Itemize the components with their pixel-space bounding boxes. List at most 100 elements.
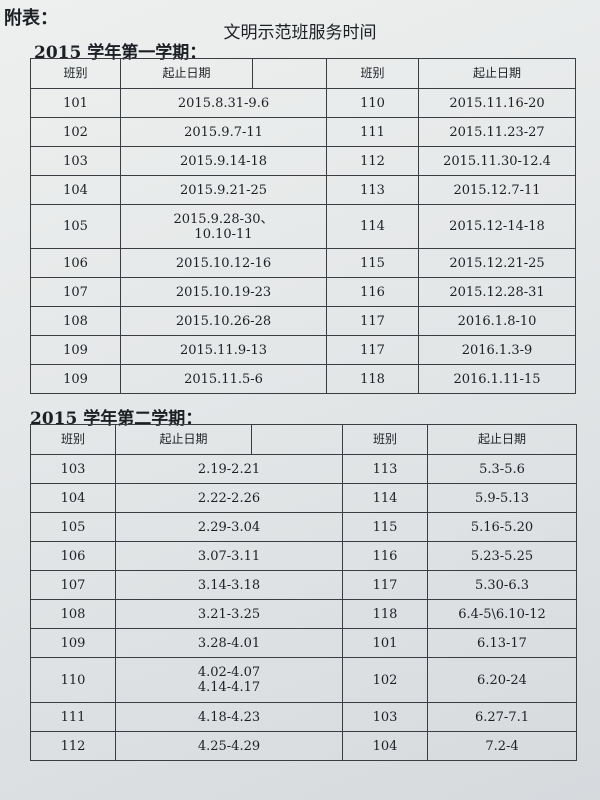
table-row: 109 3.28-4.01 101 6.13-17 <box>30 628 577 658</box>
class-id-cell: 107 <box>30 277 121 307</box>
date-range-cell: 2015.12.7-11 <box>418 175 576 205</box>
table-row: 103 2015.9.14-18 112 2015.11.30-12.4 <box>30 146 576 176</box>
class-id-cell: 117 <box>326 335 419 365</box>
class-id-cell: 102 <box>30 117 121 147</box>
schedule-table-term-2: 班别 起止日期 班别 起止日期 103 2.19-2.21 113 5.3-5.6 104 2.… <box>30 424 577 761</box>
date-range-cell: 2016.1.11-15 <box>418 364 576 394</box>
date-range-cell: 5.3-5.6 <box>427 454 577 484</box>
table-row: 108 3.21-3.25 118 6.4-5\6.10-12 <box>30 599 577 629</box>
date-range-cell: 3.28-4.01 <box>115 628 343 658</box>
class-id-cell: 115 <box>326 248 419 278</box>
table-row: 109 2015.11.9-13 117 2016.1.3-9 <box>30 335 576 365</box>
date-range-cell: 6.4-5\6.10-12 <box>427 599 577 629</box>
date-range-cell: 2016.1.3-9 <box>418 335 576 365</box>
date-range-cell: 5.9-5.13 <box>427 483 577 513</box>
date-range-cell: 2015.9.14-18 <box>120 146 327 176</box>
date-range-cell: 3.14-3.18 <box>115 570 343 600</box>
class-id-cell: 111 <box>30 702 116 732</box>
class-id-cell: 108 <box>30 599 116 629</box>
class-id-cell: 103 <box>342 702 428 732</box>
class-id-cell: 103 <box>30 146 121 176</box>
header-class: 班别 <box>30 424 116 455</box>
class-id-cell: 117 <box>326 306 419 336</box>
class-id-cell: 109 <box>30 628 116 658</box>
class-id-cell: 105 <box>30 204 121 249</box>
class-id-cell: 101 <box>342 628 428 658</box>
date-range-cell: 5.30-6.3 <box>427 570 577 600</box>
date-range-cell: 2015.12.21-25 <box>418 248 576 278</box>
header-date-range: 起止日期 <box>427 424 577 455</box>
date-range-cell: 2.19-2.21 <box>115 454 343 484</box>
table-row: 104 2.22-2.26 114 5.9-5.13 <box>30 483 577 513</box>
table-row: 104 2015.9.21-25 113 2015.12.7-11 <box>30 175 576 205</box>
date-range-cell: 2015.11.9-13 <box>120 335 327 365</box>
table-row: 107 3.14-3.18 117 5.30-6.3 <box>30 570 577 600</box>
date-range-cell: 2015.8.31-9.6 <box>120 88 327 118</box>
header-spacer <box>251 424 343 455</box>
date-range-cell: 2015.11.23-27 <box>418 117 576 147</box>
date-range-cell: 2015.11.16-20 <box>418 88 576 118</box>
date-range-cell: 5.16-5.20 <box>427 512 577 542</box>
table-row: 110 4.02-4.07 4.14-4.17 102 6.20-24 <box>30 657 577 703</box>
date-range-cell: 4.18-4.23 <box>115 702 343 732</box>
date-range-cell: 2.22-2.26 <box>115 483 343 513</box>
header-row: 班别 起止日期 班别 起止日期 <box>30 424 577 455</box>
header-date-range: 起止日期 <box>418 58 576 89</box>
class-id-cell: 107 <box>30 570 116 600</box>
date-range-cell: 2015.10.26-28 <box>120 306 327 336</box>
class-id-cell: 108 <box>30 306 121 336</box>
date-range-cell: 2016.1.8-10 <box>418 306 576 336</box>
table-row: 109 2015.11.5-6 118 2016.1.11-15 <box>30 364 576 394</box>
table-row: 106 2015.10.12-16 115 2015.12.21-25 <box>30 248 576 278</box>
header-class: 班别 <box>342 424 428 455</box>
class-id-cell: 112 <box>30 731 116 761</box>
date-range-cell: 2015.12.28-31 <box>418 277 576 307</box>
date-range-cell: 2015.9.21-25 <box>120 175 327 205</box>
class-id-cell: 110 <box>326 88 419 118</box>
class-id-cell: 118 <box>342 599 428 629</box>
class-id-cell: 106 <box>30 541 116 571</box>
class-id-cell: 104 <box>30 175 121 205</box>
header-class: 班别 <box>326 58 419 89</box>
header-class: 班别 <box>30 58 121 89</box>
table-row: 106 3.07-3.11 116 5.23-5.25 <box>30 541 577 571</box>
class-id-cell: 110 <box>30 657 116 703</box>
class-id-cell: 109 <box>30 364 121 394</box>
schedule-table-term-1: 班别 起止日期 班别 起止日期 101 2015.8.31-9.6 110 2015.11.… <box>30 58 576 394</box>
class-id-cell: 116 <box>326 277 419 307</box>
date-range-cell: 3.21-3.25 <box>115 599 343 629</box>
paper-sheet: 附表： 文明示范班服务时间 2015 学年第一学期： 班别 起止日期 班别 起止日期 … <box>0 0 600 800</box>
date-range-cell: 2015.11.30-12.4 <box>418 146 576 176</box>
table-row: 102 2015.9.7-11 111 2015.11.23-27 <box>30 117 576 147</box>
date-range-cell: 6.27-7.1 <box>427 702 577 732</box>
class-id-cell: 106 <box>30 248 121 278</box>
date-range-cell: 4.25-4.29 <box>115 731 343 761</box>
date-range-cell: 2015.9.28-30、 10.10-11 <box>120 204 327 249</box>
table-row: 111 4.18-4.23 103 6.27-7.1 <box>30 702 577 732</box>
class-id-cell: 104 <box>342 731 428 761</box>
class-id-cell: 111 <box>326 117 419 147</box>
class-id-cell: 116 <box>342 541 428 571</box>
table-row: 108 2015.10.26-28 117 2016.1.8-10 <box>30 306 576 336</box>
table-row: 103 2.19-2.21 113 5.3-5.6 <box>30 454 577 484</box>
class-id-cell: 103 <box>30 454 116 484</box>
class-id-cell: 113 <box>326 175 419 205</box>
date-range-cell: 3.07-3.11 <box>115 541 343 571</box>
date-range-cell: 4.02-4.07 4.14-4.17 <box>115 657 343 703</box>
date-range-cell: 7.2-4 <box>427 731 577 761</box>
class-id-cell: 105 <box>30 512 116 542</box>
table-row: 105 2015.9.28-30、 10.10-11 114 2015.12-14-1… <box>30 204 576 249</box>
class-id-cell: 113 <box>342 454 428 484</box>
header-date-range: 起止日期 <box>120 58 253 89</box>
header-date-range: 起止日期 <box>115 424 252 455</box>
table-row: 101 2015.8.31-9.6 110 2015.11.16-20 <box>30 88 576 118</box>
date-range-cell: 6.13-17 <box>427 628 577 658</box>
class-id-cell: 115 <box>342 512 428 542</box>
class-id-cell: 117 <box>342 570 428 600</box>
class-id-cell: 114 <box>326 204 419 249</box>
class-id-cell: 101 <box>30 88 121 118</box>
class-id-cell: 114 <box>342 483 428 513</box>
class-id-cell: 112 <box>326 146 419 176</box>
date-range-cell: 2015.12-14-18 <box>418 204 576 249</box>
date-range-cell: 6.20-24 <box>427 657 577 703</box>
